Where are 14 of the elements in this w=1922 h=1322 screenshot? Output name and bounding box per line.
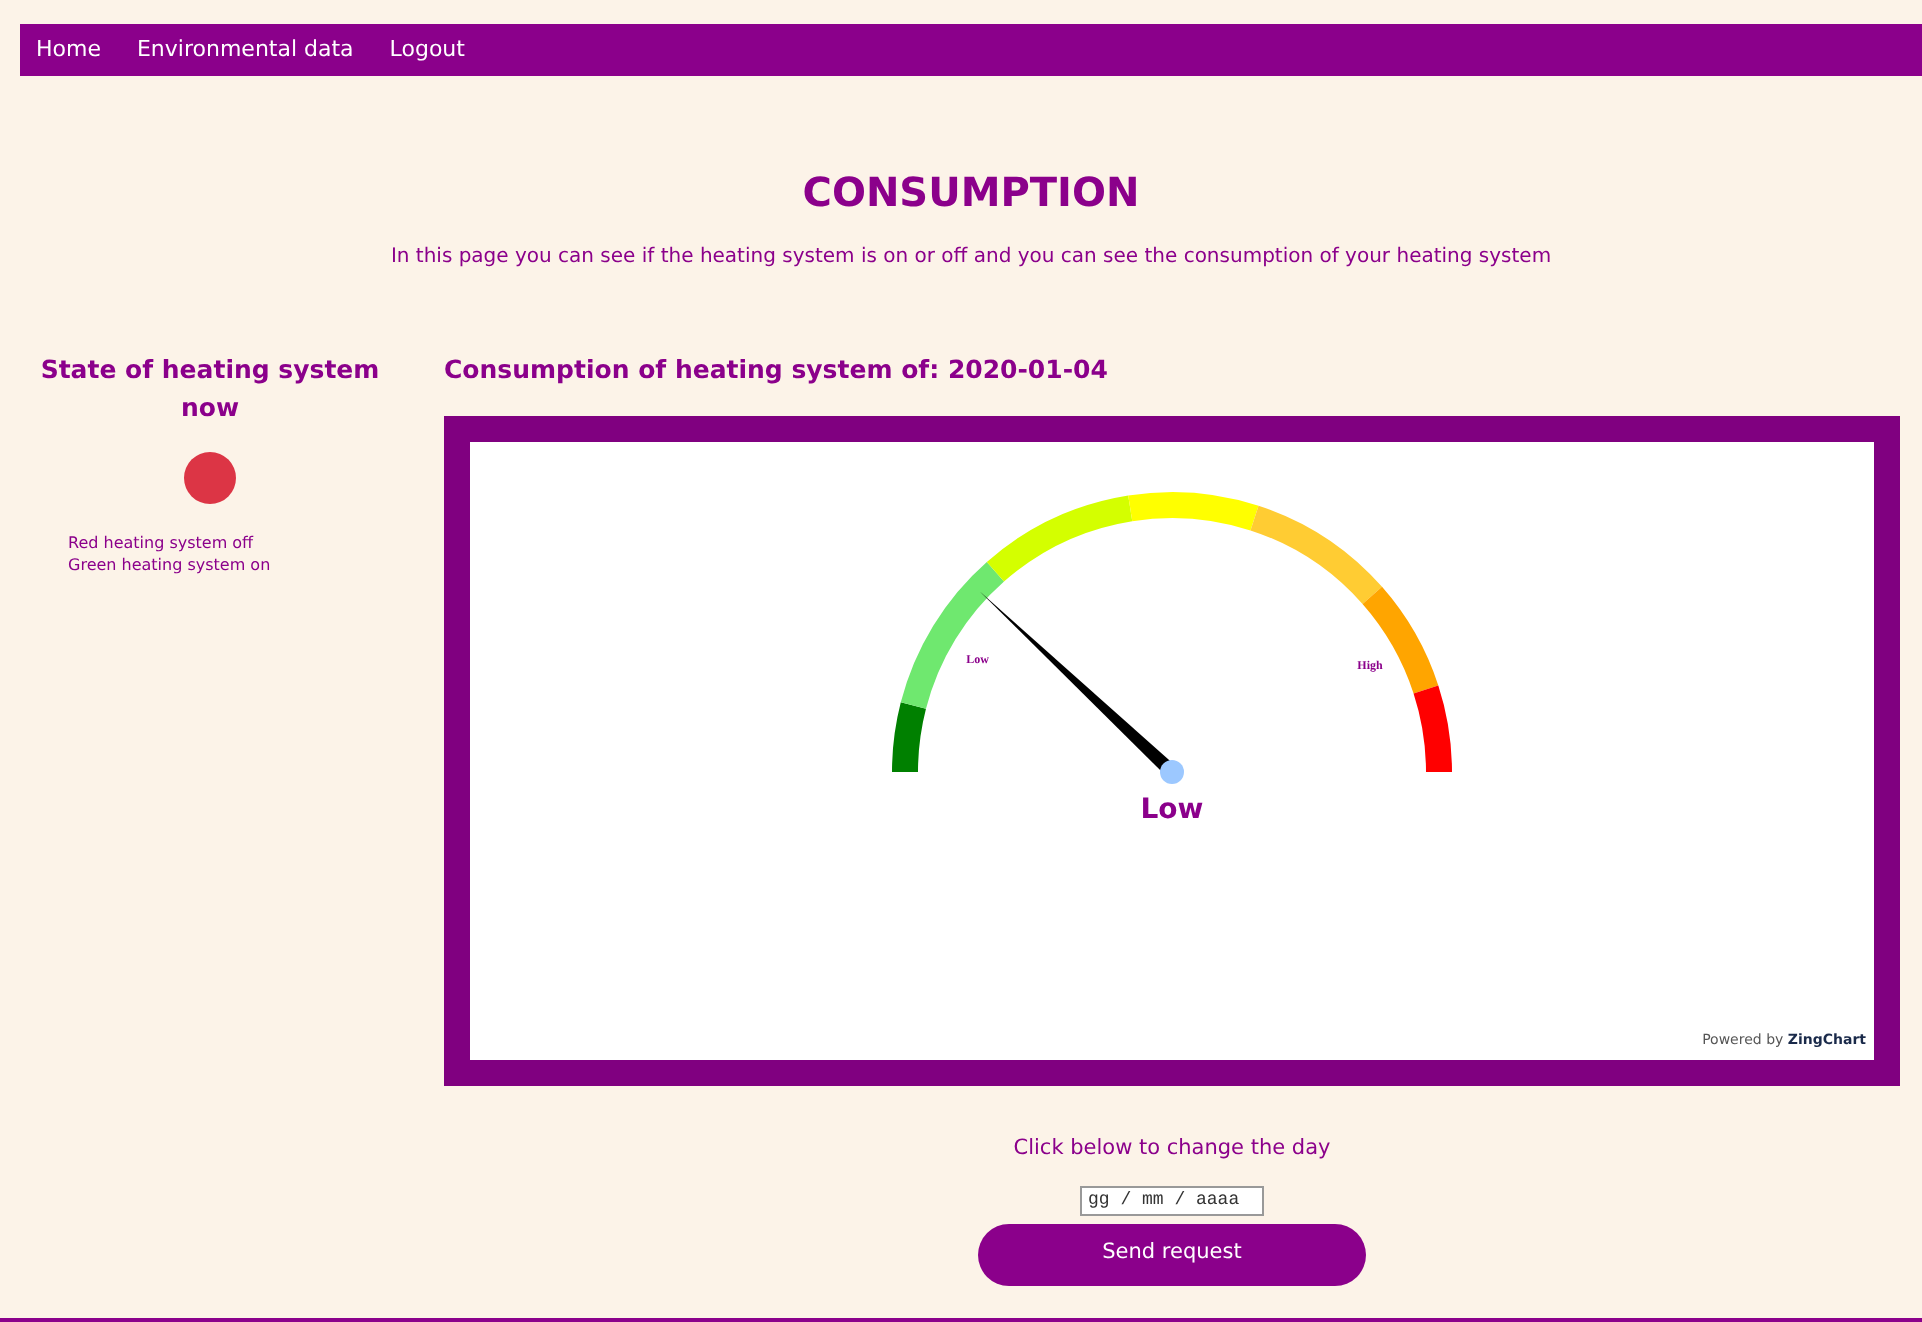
nav-link[interactable]: Home bbox=[36, 33, 101, 67]
gauge-value-label: Low bbox=[1140, 793, 1204, 826]
needle-pivot bbox=[1160, 759, 1184, 784]
date-input-field[interactable]: gg / mm / aaaa bbox=[1080, 1185, 1264, 1215]
legend-text: Red heating system off bbox=[68, 531, 256, 553]
consumption-heading: Consumption of heating system of: 2020-01-04 bbox=[444, 352, 1110, 388]
state-heading: State of heating system now bbox=[38, 352, 382, 426]
nav-link[interactable]: Environmental data bbox=[136, 33, 354, 67]
change-day-prompt: Click below to change the day bbox=[1011, 1133, 1333, 1164]
legend-text: Green heating system on bbox=[68, 553, 273, 575]
page-title: CONSUMPTION bbox=[800, 166, 1142, 220]
page-description: In this page you can see if the heating system is on or off and you can see the consumption of your heating system bbox=[388, 244, 1554, 272]
send-request-button[interactable]: Send request bbox=[978, 1223, 1366, 1285]
nav-link[interactable]: Logout bbox=[389, 33, 465, 67]
